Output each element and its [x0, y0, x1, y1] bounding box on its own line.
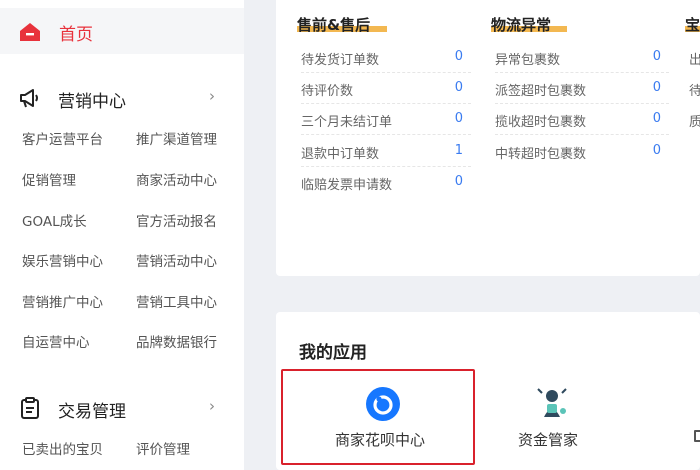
- metric-row[interactable]: 派签超时包裹数 0: [495, 73, 669, 104]
- app-third-clipped[interactable]: [694, 430, 700, 444]
- metric-row[interactable]: 临赔发票申请数 0: [301, 167, 471, 198]
- sidebar-section-marketing[interactable]: 营销中心 ›: [0, 83, 244, 113]
- metric-row[interactable]: 异常包裹数 0: [495, 42, 669, 73]
- app-label: 商家花呗中心: [335, 431, 426, 449]
- sidebar-link[interactable]: 营销推广中心: [22, 291, 103, 311]
- app-label: 资金管家: [518, 431, 579, 449]
- sidebar-link[interactable]: 营销工具中心: [136, 291, 217, 311]
- metric-name: 待评价数: [301, 84, 354, 99]
- card-third: 宝 出 待 质: [679, 0, 700, 266]
- card-logistics-title: 物流异常: [491, 16, 552, 34]
- metric-name: 质: [689, 115, 700, 130]
- app-fund-manager[interactable]: 资金管家: [478, 369, 638, 465]
- apps-title: 我的应用: [299, 343, 367, 363]
- metric-name: 待: [689, 84, 700, 99]
- app-merchant-huabei[interactable]: 商家花呗中心: [281, 369, 475, 465]
- home-icon: [20, 23, 40, 41]
- sidebar-section-marketing-label: 营销中心: [58, 92, 126, 112]
- sidebar-link[interactable]: 已卖出的宝贝: [22, 438, 103, 458]
- huabei-icon: [366, 387, 400, 421]
- sidebar-link[interactable]: 品牌数据银行: [136, 331, 217, 351]
- metric-value[interactable]: 0: [455, 49, 463, 64]
- fund-manager-icon: [537, 388, 567, 417]
- metric-name: 揽收超时包裹数: [495, 115, 587, 130]
- metric-value[interactable]: 0: [455, 80, 463, 95]
- metric-name: 出: [689, 53, 700, 68]
- metric-value[interactable]: 0: [455, 174, 463, 189]
- metric-name: 临赔发票申请数: [301, 178, 393, 193]
- metric-row[interactable]: 三个月未结订单 0: [301, 104, 471, 135]
- metric-name: 中转超时包裹数: [495, 147, 587, 162]
- metric-row[interactable]: 待发货订单数 0: [301, 42, 471, 73]
- sidebar-link[interactable]: 客户运营平台: [22, 128, 103, 148]
- sidebar-link[interactable]: 营销活动中心: [136, 250, 217, 270]
- metric-name: 三个月未结订单: [301, 115, 393, 130]
- megaphone-icon: [20, 89, 38, 108]
- metric-name: 退款中订单数: [301, 147, 380, 162]
- chevron-right-icon: ›: [209, 87, 215, 105]
- metric-value[interactable]: 0: [653, 143, 661, 158]
- sidebar-link[interactable]: 促销管理: [22, 169, 76, 189]
- metric-value[interactable]: 1: [455, 143, 463, 158]
- sidebar-link[interactable]: 娱乐营销中心: [22, 250, 103, 270]
- metric-row[interactable]: 中转超时包裹数 0: [495, 136, 669, 167]
- metric-value[interactable]: 0: [653, 80, 661, 95]
- card-logistics: 物流异常 异常包裹数 0 派签超时包裹数 0 揽收超时包裹数 0 中转超时包裹数…: [484, 0, 670, 266]
- metric-row[interactable]: 揽收超时包裹数 0: [495, 104, 669, 135]
- sidebar-section-trade-label: 交易管理: [58, 402, 126, 422]
- sidebar-link[interactable]: 商家活动中心: [136, 169, 217, 189]
- metric-row[interactable]: 待评价数 0: [301, 73, 471, 104]
- sidebar-link[interactable]: 评价管理: [136, 438, 190, 458]
- card-third-title: 宝: [685, 16, 700, 34]
- metric-value[interactable]: 0: [653, 49, 661, 64]
- sidebar-item-home[interactable]: 首页: [0, 8, 244, 54]
- sidebar-link[interactable]: 官方活动报名: [136, 210, 217, 230]
- card-presale: 售前&售后 待发货订单数 0 待评价数 0 三个月未结订单 0 退款中订单数 1…: [289, 0, 475, 266]
- sidebar-item-home-label: 首页: [59, 25, 93, 45]
- chevron-right-icon: ›: [209, 397, 215, 415]
- sidebar-link[interactable]: 自运营中心: [22, 331, 90, 351]
- sidebar: 首页 营销中心 › 客户运营平台 推广渠道管理 促销管理 商家活动中心 GOAL…: [0, 0, 244, 470]
- sidebar-section-trade[interactable]: 交易管理 ›: [0, 393, 244, 423]
- metric-row[interactable]: 退款中订单数 1: [301, 136, 471, 167]
- metric-name: 异常包裹数: [495, 53, 561, 68]
- clipboard-icon: [21, 397, 39, 419]
- metric-value[interactable]: 0: [653, 111, 661, 126]
- sidebar-link[interactable]: GOAL成长: [22, 210, 87, 230]
- card-presale-title: 售前&售后: [297, 16, 371, 34]
- sidebar-link[interactable]: 推广渠道管理: [136, 128, 217, 148]
- metric-name: 派签超时包裹数: [495, 84, 587, 99]
- metric-name: 待发货订单数: [301, 53, 380, 68]
- metric-value[interactable]: 0: [455, 111, 463, 126]
